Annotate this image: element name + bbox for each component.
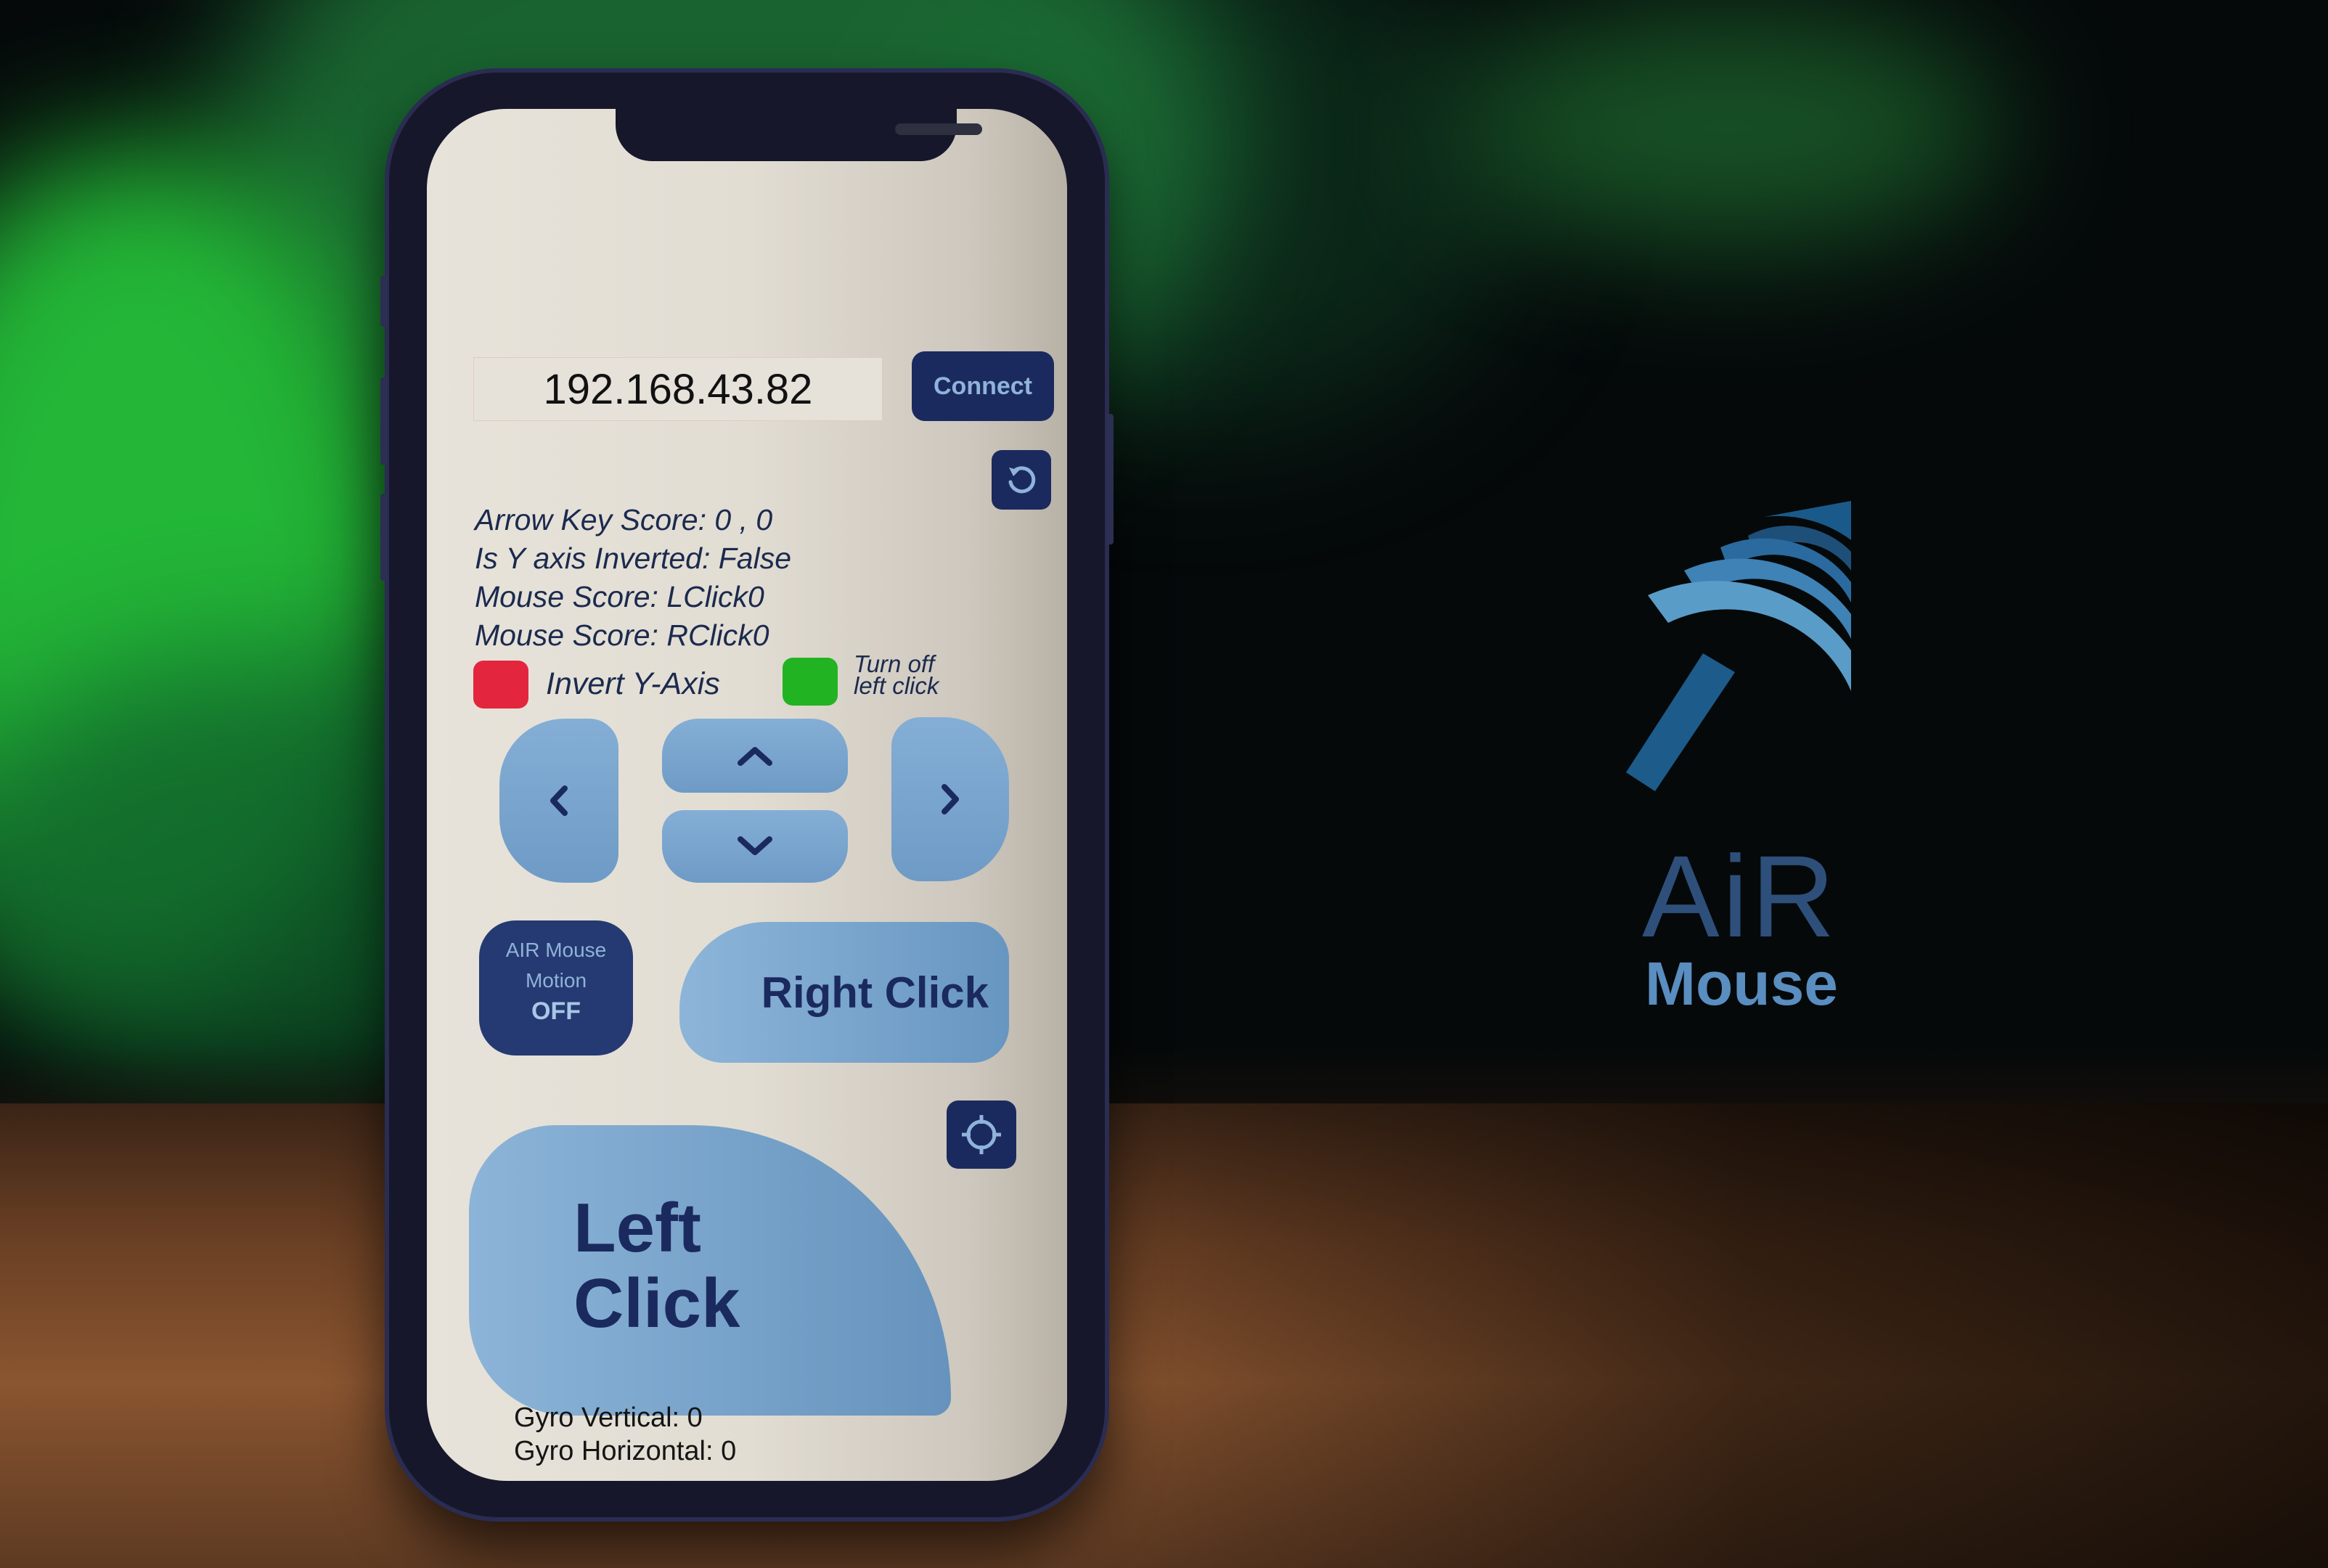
volume-up-button bbox=[380, 377, 388, 465]
y-axis-inverted-status: Is Y axis Inverted: False bbox=[475, 542, 792, 575]
turn-off-left-click-toggle[interactable] bbox=[783, 658, 838, 706]
left-click-button[interactable]: Left Click bbox=[469, 1125, 951, 1416]
arrow-down-button[interactable] bbox=[662, 810, 848, 883]
invert-y-axis-label: Invert Y-Axis bbox=[546, 666, 720, 701]
phone: 192.168.43.82 Connect Arrow Key Score: 0… bbox=[380, 73, 1114, 1517]
app-screen: 192.168.43.82 Connect Arrow Key Score: 0… bbox=[427, 109, 1067, 1481]
background bbox=[0, 0, 2328, 1568]
power-button bbox=[1106, 414, 1114, 544]
gyro-vertical: Gyro Vertical: 0 bbox=[514, 1402, 703, 1433]
recenter-button[interactable] bbox=[947, 1101, 1016, 1169]
table-surface bbox=[0, 1103, 2328, 1568]
side-button bbox=[380, 276, 388, 327]
mouse-score-lclick: Mouse Score: LClick0 bbox=[475, 580, 764, 613]
motion-label-line1: AIR Mouse bbox=[505, 939, 607, 961]
arrow-right-button[interactable] bbox=[891, 717, 1009, 881]
right-click-label: Right Click bbox=[761, 968, 989, 1017]
gyro-readout: Gyro Vertical: 0 Gyro Horizontal: 0 bbox=[514, 1401, 736, 1468]
status-info: Arrow Key Score: 0 , 0 Is Y axis Inverte… bbox=[475, 501, 791, 655]
arrow-key-score: Arrow Key Score: 0 , 0 bbox=[475, 503, 773, 536]
arrow-left-button[interactable] bbox=[499, 719, 618, 883]
left-click-label-line2: Click bbox=[573, 1265, 740, 1342]
notch bbox=[616, 109, 982, 161]
mouse-score-rclick: Mouse Score: RClick0 bbox=[475, 618, 769, 652]
bokeh-light bbox=[1452, 7, 2004, 247]
chevron-right-icon bbox=[942, 784, 959, 814]
ip-address-field[interactable]: 192.168.43.82 bbox=[473, 357, 883, 421]
connect-button[interactable]: Connect bbox=[912, 351, 1054, 421]
chevron-left-icon bbox=[550, 785, 568, 816]
turn-off-left-click-label: Turn off left click bbox=[854, 652, 939, 699]
air-mouse-logo-icon bbox=[1626, 501, 1851, 791]
air-mouse-motion-button[interactable]: AIR Mouse Motion OFF bbox=[479, 920, 633, 1055]
chevron-up-icon bbox=[738, 747, 772, 766]
left-click-label: Left Click bbox=[573, 1191, 740, 1342]
gyro-horizontal: Gyro Horizontal: 0 bbox=[514, 1436, 737, 1466]
motion-label-line2: Motion bbox=[525, 969, 587, 992]
turn-off-label-line2: left click bbox=[854, 672, 939, 699]
motion-state: OFF bbox=[531, 997, 581, 1025]
arrow-up-button[interactable] bbox=[662, 719, 848, 793]
crosshair-icon bbox=[962, 1115, 1001, 1154]
refresh-button[interactable] bbox=[992, 450, 1051, 510]
brand-name-air: AiR bbox=[1642, 831, 1838, 961]
brand-name-mouse: Mouse bbox=[1645, 950, 1839, 1018]
volume-down-button bbox=[380, 494, 388, 581]
invert-y-axis-toggle[interactable] bbox=[473, 661, 528, 709]
speaker bbox=[895, 123, 982, 135]
right-click-button[interactable]: Right Click bbox=[679, 922, 1009, 1063]
left-click-label-line1: Left bbox=[573, 1189, 701, 1267]
refresh-icon bbox=[1008, 466, 1036, 494]
chevron-down-icon bbox=[738, 836, 772, 855]
